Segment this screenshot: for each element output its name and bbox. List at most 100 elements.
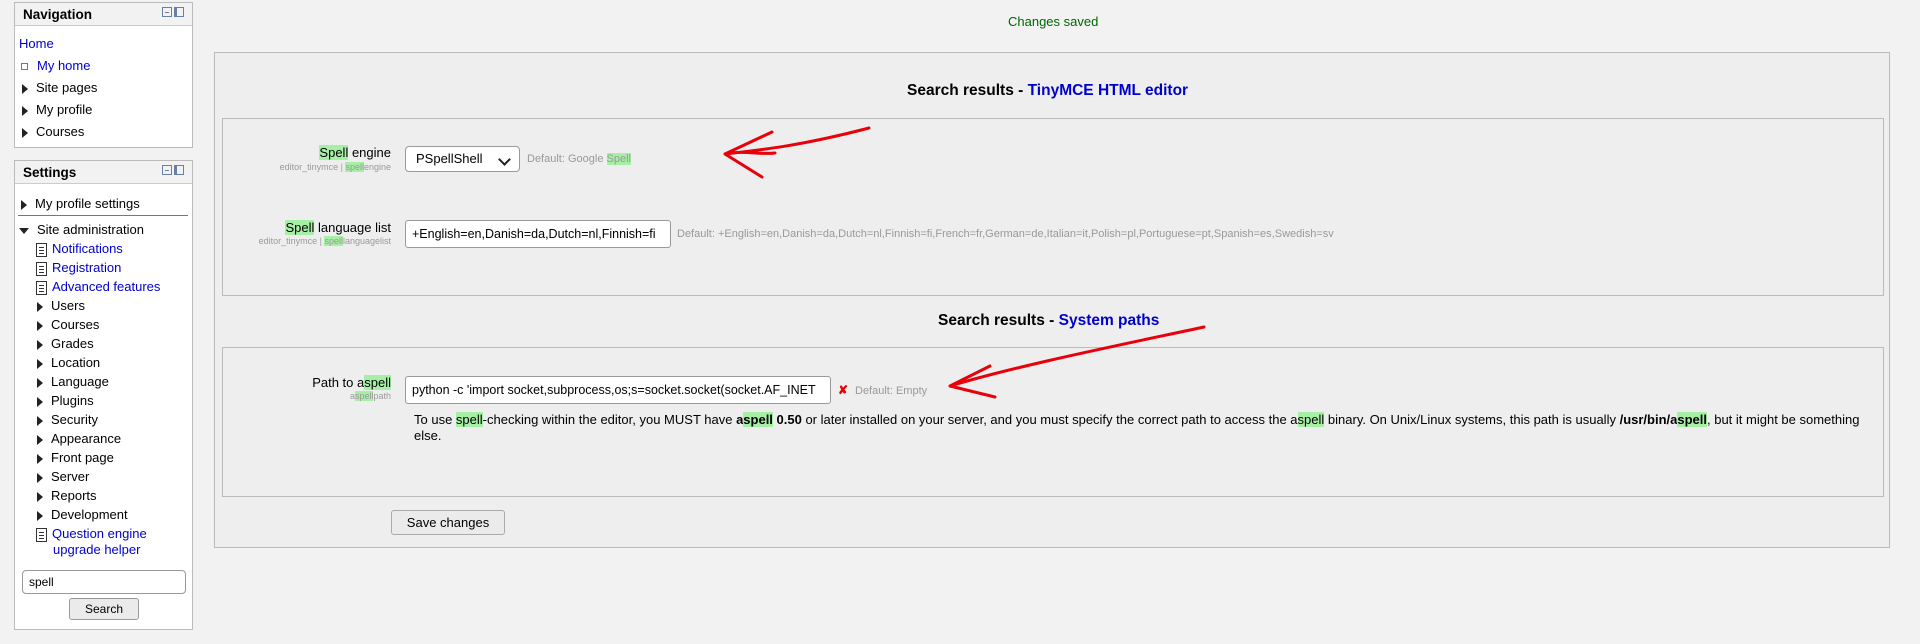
desc-text: , but it might be something — [1707, 412, 1860, 427]
spell-engine-label: Spell engine — [319, 145, 391, 160]
admin-item-courses[interactable]: Courses — [37, 317, 99, 332]
default-text: Default: Google — [527, 153, 607, 165]
settings-search-input[interactable] — [22, 570, 186, 594]
admin-item-appearance[interactable]: Appearance — [37, 431, 121, 446]
admin-item-label[interactable]: Appearance — [51, 431, 121, 446]
admin-item-label[interactable]: Development — [51, 507, 128, 522]
expand-arrow-icon[interactable] — [37, 434, 43, 445]
spell-engine-setting-name: editor_tinymce | spellengine — [280, 162, 391, 172]
admin-item-registration[interactable]: Registration — [36, 260, 121, 276]
spell-engine-select[interactable]: PSpellShell — [405, 146, 520, 172]
nav-item-label[interactable]: My home — [37, 58, 90, 73]
admin-item-development[interactable]: Development — [37, 507, 128, 522]
expand-arrow-icon[interactable] — [37, 301, 43, 312]
expand-arrow-icon[interactable] — [37, 339, 43, 350]
expand-arrow-icon[interactable] — [21, 199, 27, 210]
settings-item-label[interactable]: Site administration — [37, 222, 144, 237]
admin-item-notifications[interactable]: Notifications — [36, 241, 123, 257]
heading-prefix: Search results - — [907, 82, 1028, 99]
sub-text: path — [373, 391, 391, 401]
admin-item-label[interactable]: Grades — [51, 336, 94, 351]
highlight: spell — [455, 412, 483, 427]
dock-icon[interactable] — [174, 165, 184, 175]
expand-arrow-icon[interactable] — [37, 377, 43, 388]
dock-icon[interactable] — [174, 7, 184, 17]
admin-item-users[interactable]: Users — [37, 298, 85, 313]
nav-item-site-pages[interactable]: Site pages — [22, 80, 97, 95]
settings-my-profile-settings[interactable]: My profile settings — [21, 196, 140, 211]
admin-item-label[interactable]: Notifications — [52, 241, 123, 256]
expand-arrow-icon[interactable] — [22, 127, 28, 138]
expand-arrow-icon[interactable] — [37, 415, 43, 426]
nav-item-my-profile[interactable]: My profile — [22, 102, 92, 117]
highlight: Spell — [606, 153, 631, 165]
settings-site-administration[interactable]: Site administration — [19, 222, 144, 237]
nav-item-courses[interactable]: Courses — [22, 124, 84, 139]
settings-item-label[interactable]: My profile settings — [35, 196, 140, 211]
nav-item-label[interactable]: Site pages — [36, 80, 97, 95]
nav-item-my-home[interactable]: My home — [21, 58, 90, 73]
expand-arrow-icon[interactable] — [37, 510, 43, 521]
tinymce-link[interactable]: TinyMCE HTML editor — [1028, 82, 1188, 99]
desc-bold: /usr/bin/aspell — [1620, 412, 1707, 427]
desc-text: -checking within the editor, you MUST ha… — [482, 412, 737, 427]
admin-item-advanced-features[interactable]: Advanced features — [36, 279, 160, 295]
nav-item-label[interactable]: Courses — [36, 124, 84, 139]
aspell-description: To use spell-checking within the editor,… — [414, 412, 1874, 444]
settings-block-header: Settings — [15, 161, 192, 184]
desc-text: binary. On Unix/Linux systems, this path… — [1324, 412, 1620, 427]
system-paths-link[interactable]: System paths — [1059, 312, 1160, 329]
expand-arrow-icon[interactable] — [37, 358, 43, 369]
label-text: engine — [348, 145, 391, 160]
navigation-block: Navigation Home My home Site pages My pr… — [14, 2, 193, 148]
admin-item-label[interactable]: Users — [51, 298, 85, 313]
admin-item-label[interactable]: Security — [51, 412, 98, 427]
collapse-icon[interactable] — [162, 165, 172, 175]
admin-item-label[interactable]: Front page — [51, 450, 114, 465]
admin-item-grades[interactable]: Grades — [37, 336, 94, 351]
aspell-default: Default: Empty — [855, 385, 928, 397]
heading-prefix: Search results - — [938, 312, 1059, 329]
collapse-icon[interactable] — [162, 7, 172, 17]
nav-item-label[interactable]: My profile — [36, 102, 92, 117]
spell-language-list-input[interactable]: +English=en,Danish=da,Dutch=nl,Finnish=f… — [405, 220, 671, 248]
expand-arrow-icon[interactable] — [37, 453, 43, 464]
admin-item-label[interactable]: Courses — [51, 317, 99, 332]
admin-item-language[interactable]: Language — [37, 374, 109, 389]
expand-arrow-icon[interactable] — [37, 472, 43, 483]
admin-item-question-engine-line2[interactable]: upgrade helper — [53, 542, 140, 557]
settings-search-button[interactable]: Search — [69, 598, 139, 620]
expand-arrow-icon[interactable] — [22, 83, 28, 94]
expand-arrow-icon[interactable] — [22, 105, 28, 116]
admin-item-plugins[interactable]: Plugins — [37, 393, 94, 408]
admin-item-label[interactable]: Reports — [51, 488, 97, 503]
expand-arrow-icon[interactable] — [37, 396, 43, 407]
select-value: PSpellShell — [416, 151, 483, 166]
label-text: language list — [314, 220, 391, 235]
admin-item-location[interactable]: Location — [37, 355, 100, 370]
admin-item-label[interactable]: Server — [51, 469, 89, 484]
expand-arrow-icon[interactable] — [37, 320, 43, 331]
save-changes-button[interactable]: Save changes — [391, 510, 505, 535]
sub-text: editor_tinymce | — [258, 236, 325, 246]
admin-item-label[interactable]: Question engine — [52, 526, 147, 541]
admin-item-server[interactable]: Server — [37, 469, 89, 484]
aspell-path-input[interactable]: python -c 'import socket,subprocess,os;s… — [405, 376, 831, 404]
admin-item-security[interactable]: Security — [37, 412, 98, 427]
admin-item-label[interactable]: Plugins — [51, 393, 94, 408]
admin-item-label[interactable]: Location — [51, 355, 100, 370]
spell-language-default: Default: +English=en,Danish=da,Dutch=nl,… — [677, 228, 1334, 240]
expand-arrow-icon[interactable] — [37, 491, 43, 502]
block-controls — [162, 165, 184, 177]
nav-item-home[interactable]: Home — [19, 36, 54, 51]
admin-item-front-page[interactable]: Front page — [37, 450, 114, 465]
admin-item-label[interactable]: Advanced features — [52, 279, 160, 294]
changes-saved-notice: Changes saved — [1008, 14, 1099, 29]
admin-item-reports[interactable]: Reports — [37, 488, 97, 503]
admin-item-label[interactable]: Registration — [52, 260, 121, 275]
collapse-arrow-icon[interactable] — [19, 227, 29, 234]
highlight: spell — [345, 162, 364, 172]
admin-item-label[interactable]: Language — [51, 374, 109, 389]
highlight: spell — [1677, 412, 1707, 427]
admin-item-question-engine[interactable]: Question engine — [36, 526, 147, 542]
